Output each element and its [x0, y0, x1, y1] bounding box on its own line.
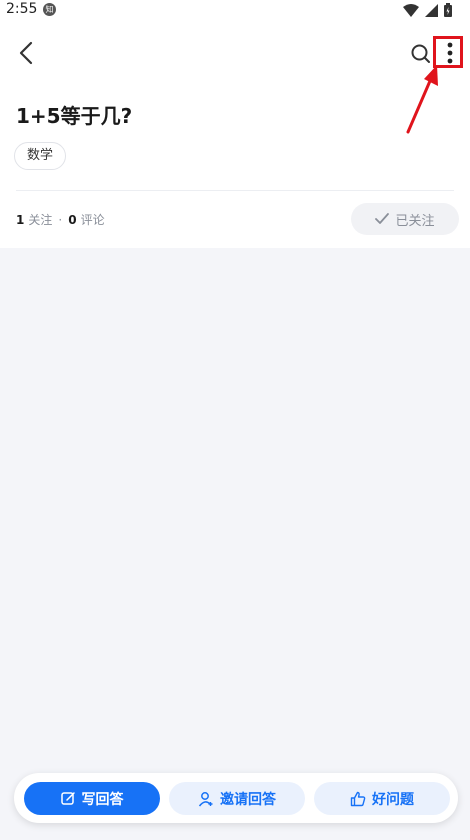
status-time: 2:55	[6, 1, 38, 17]
status-icons	[403, 3, 452, 17]
good-question-button[interactable]: 好问题	[314, 782, 450, 815]
topic-tag[interactable]: 数学	[14, 142, 67, 170]
followed-button[interactable]: 已关注	[351, 203, 459, 235]
follow-label: 关注	[28, 213, 53, 227]
user-add-icon	[198, 791, 213, 806]
write-answer-label: 写回答	[81, 791, 124, 808]
signal-icon	[425, 3, 438, 17]
wifi-icon	[403, 3, 419, 17]
stats-separator: ·	[58, 212, 63, 227]
thumbs-up-icon	[350, 791, 366, 806]
write-answer-button[interactable]: 写回答	[24, 782, 160, 815]
comment-label[interactable]: 评论	[81, 211, 105, 228]
check-icon	[375, 213, 390, 224]
status-bar: 2:55 知	[0, 0, 470, 22]
bottom-action-bar: 写回答 邀请回答 好问题	[14, 773, 458, 823]
edit-icon	[60, 792, 75, 805]
good-question-label: 好问题	[372, 791, 414, 808]
followed-label: 已关注	[395, 213, 435, 229]
question-stats: 1 关注 · 0 评论	[16, 211, 105, 228]
app-notification-icon: 知	[43, 3, 56, 16]
battery-icon	[444, 3, 452, 17]
divider	[16, 190, 454, 191]
question-title: 1+5等于几?	[16, 104, 133, 128]
follow-count: 1	[16, 212, 25, 227]
invite-answer-label: 邀请回答	[220, 791, 276, 808]
invite-answer-button[interactable]: 邀请回答	[169, 782, 305, 815]
annotation-arrow-icon	[406, 65, 438, 134]
back-arrow-icon[interactable]	[14, 40, 40, 66]
question-card: 1+5等于几? 数学 1 关注 · 0 评论 已关注	[0, 22, 470, 248]
comment-count[interactable]: 0	[68, 213, 76, 227]
